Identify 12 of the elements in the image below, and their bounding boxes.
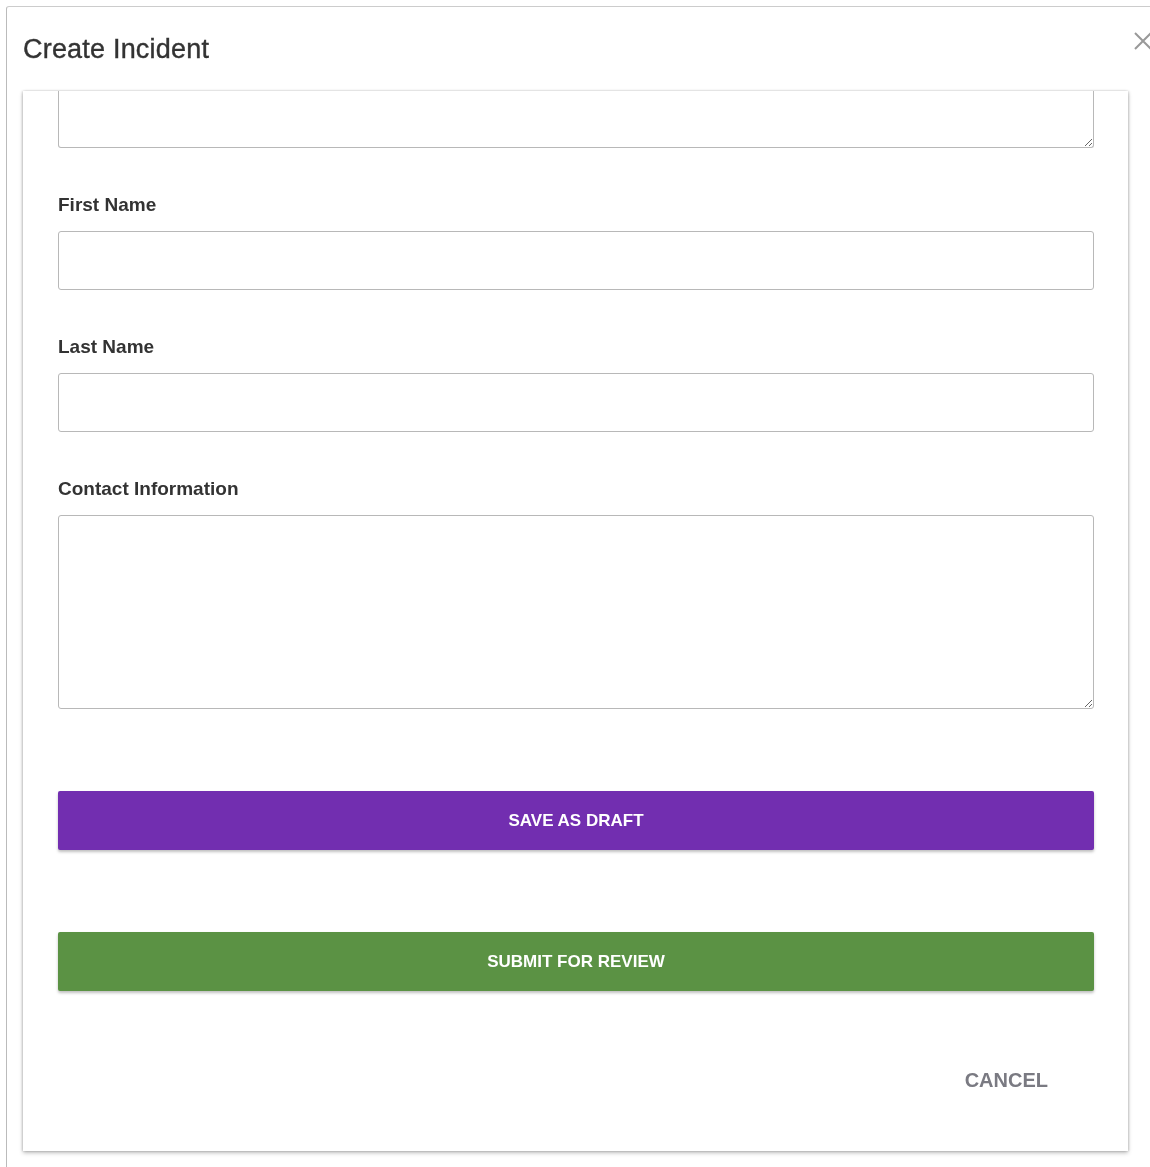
text-area[interactable]: [58, 91, 1094, 148]
cancel-button[interactable]: CANCEL: [964, 1065, 1048, 1096]
field-label: Last Name: [58, 336, 156, 358]
text-area[interactable]: [58, 515, 1094, 709]
save-draft-button[interactable]: SAVE AS DRAFT: [58, 791, 1094, 850]
field-label: First Name: [58, 194, 158, 216]
field-label: Contact Information: [58, 478, 240, 500]
close-icon[interactable]: [1133, 31, 1150, 51]
input-field[interactable]: [58, 373, 1094, 432]
submit-button[interactable]: SUBMIT FOR REVIEW: [58, 932, 1094, 991]
dialog-title: Create Incident: [23, 33, 210, 65]
input-field[interactable]: [58, 231, 1094, 290]
